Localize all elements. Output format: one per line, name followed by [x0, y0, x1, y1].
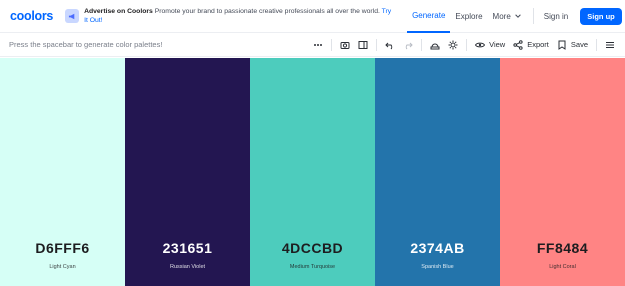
layout-icon [358, 40, 368, 49]
view-button[interactable]: View [471, 33, 509, 57]
sign-up-button[interactable]: Sign up [580, 7, 622, 25]
swatch-color-name: Light Cyan [49, 264, 76, 270]
color-swatch[interactable]: 4DCCBD Medium Turquoise [250, 58, 375, 286]
more-options-button[interactable] [309, 33, 327, 57]
bookmark-icon [558, 40, 566, 50]
swatch-color-name: Russian Violet [169, 264, 206, 270]
toolbar-divider [421, 38, 423, 51]
nav-explore[interactable]: Explore [450, 0, 487, 33]
swatch-color-name: Spanish Blue [421, 264, 454, 270]
nav-generate[interactable]: Generate [407, 0, 451, 33]
menu-button[interactable] [601, 33, 619, 57]
ad-description: Promote your brand to passionate creativ… [154, 8, 380, 15]
undo-button[interactable] [381, 33, 399, 57]
layout-button[interactable] [354, 33, 372, 57]
toolbar-divider [376, 38, 378, 51]
adjust-palette-button[interactable] [444, 33, 462, 57]
toolbar-divider [331, 38, 333, 51]
adjust-icon [448, 40, 458, 49]
chevron-down-icon [515, 14, 521, 18]
camera-icon [340, 41, 350, 49]
toolbar-divider [466, 38, 468, 51]
top-navigation-bar: coolors Advertise on Coolors Promote you… [0, 0, 625, 33]
color-swatch[interactable]: FF8484 Light Coral [500, 58, 625, 286]
redo-button[interactable] [399, 33, 417, 57]
spacebar-hint: Press the spacebar to generate color pal… [9, 40, 163, 49]
undo-icon [385, 42, 393, 49]
coolors-logo[interactable]: coolors [10, 9, 53, 23]
swatch-hex-code[interactable]: 231651 [125, 240, 250, 256]
swatch-hex-code[interactable]: 4DCCBD [250, 240, 375, 256]
megaphone-icon [65, 9, 80, 23]
eye-icon [475, 42, 486, 47]
swatch-color-name: Medium Turquoise [289, 264, 336, 270]
color-palette: D6FFF6 Light Cyan 231651 Russian Violet … [0, 58, 625, 286]
ad-banner[interactable]: Advertise on Coolors Promote your brand … [65, 7, 395, 25]
sign-in-link[interactable]: Sign in [540, 12, 572, 21]
camera-button[interactable] [336, 33, 354, 57]
ad-title: Advertise on Coolors [84, 8, 153, 15]
export-label: Export [527, 40, 549, 49]
save-label: Save [570, 40, 588, 49]
color-swatch[interactable]: D6FFF6 Light Cyan [0, 58, 125, 286]
swatch-color-name: Light Coral [549, 264, 576, 270]
main-nav: Generate Explore More Sign in Sign up [407, 0, 622, 33]
accessibility-icon [430, 43, 440, 49]
swatch-hex-code[interactable]: D6FFF6 [0, 240, 125, 256]
redo-icon [405, 42, 413, 49]
color-swatch[interactable]: 231651 Russian Violet [125, 58, 250, 286]
view-label: View [489, 40, 506, 49]
nav-more-label: More [492, 11, 511, 21]
export-button[interactable]: Export [509, 33, 553, 57]
color-swatch[interactable]: 2374AB Spanish Blue [375, 58, 500, 286]
save-button[interactable]: Save [553, 33, 592, 57]
nav-divider [532, 8, 534, 24]
share-icon [513, 39, 523, 50]
menu-icon [606, 41, 614, 48]
nav-more[interactable]: More [488, 0, 527, 33]
accessibility-button[interactable] [426, 33, 444, 57]
ad-text: Advertise on Coolors Promote your brand … [84, 7, 395, 25]
swatch-hex-code[interactable]: FF8484 [500, 240, 625, 256]
toolbar: Press the spacebar to generate color pal… [0, 33, 625, 57]
toolbar-divider [596, 38, 597, 51]
swatch-hex-code[interactable]: 2374AB [375, 240, 500, 256]
more-icon [314, 43, 323, 46]
